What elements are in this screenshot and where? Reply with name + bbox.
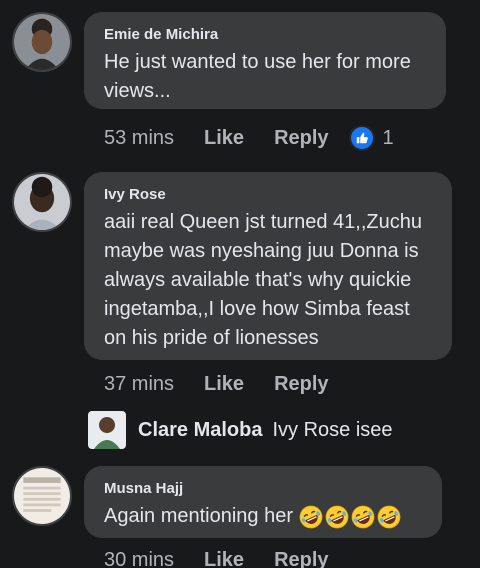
- comment-text-line: always available that's why quickie: [104, 269, 412, 291]
- comment-meta: 30 mins Like Reply: [104, 546, 329, 568]
- avatar[interactable]: [88, 411, 126, 449]
- rolling-on-floor-laughing-emoji: [299, 505, 323, 528]
- comment-bubble: Emie de Michira He just wanted to use he…: [84, 12, 446, 109]
- comment-text-line: He just wanted to use her for more: [104, 51, 411, 73]
- reply-button[interactable]: Reply: [274, 549, 328, 568]
- like-button[interactable]: Like: [204, 549, 244, 568]
- timestamp[interactable]: 53 mins: [104, 127, 174, 150]
- avatar[interactable]: [12, 12, 72, 72]
- comment-text-line: on his pride of lionesses: [104, 327, 319, 349]
- comment-bubble: Musna Hajj Again mentioning her: [84, 466, 442, 538]
- reply-button[interactable]: Reply: [274, 127, 328, 150]
- thumbs-up-icon[interactable]: [348, 125, 375, 151]
- comment-text-line: maybe was nyeshaing juu Donna is: [104, 240, 419, 262]
- rolling-on-floor-laughing-emoji: [377, 505, 401, 528]
- comment-bubble: Ivy Rose aaii real Queen jst turned 41,,…: [84, 172, 452, 360]
- comment-text-line: Again mentioning her: [104, 505, 294, 527]
- reply-button[interactable]: Reply: [274, 373, 328, 396]
- reply-preview[interactable]: Clare Maloba Ivy Rose isee: [88, 410, 393, 450]
- comment-text-line: aaii real Queen jst turned 41,,Zuchu: [104, 211, 422, 233]
- comment-text: Again mentioning her: [104, 502, 422, 531]
- comment-author[interactable]: Emie de Michira: [104, 26, 426, 44]
- avatar-photo-icon: [88, 411, 126, 449]
- comment-meta: 53 mins Like Reply 1: [104, 124, 394, 152]
- avatar-photo-icon: [14, 14, 70, 70]
- comment-author[interactable]: Ivy Rose: [104, 186, 432, 204]
- rolling-on-floor-laughing-emoji: [351, 505, 375, 528]
- avatar-photo-icon: [14, 174, 70, 230]
- avatar[interactable]: [12, 466, 72, 526]
- timestamp[interactable]: 30 mins: [104, 549, 174, 568]
- comment-text: aaii real Queen jst turned 41,,Zuchu may…: [104, 208, 432, 353]
- comment-meta: 37 mins Like Reply: [104, 370, 329, 398]
- avatar[interactable]: [12, 172, 72, 232]
- comment-author[interactable]: Musna Hajj: [104, 480, 422, 498]
- rolling-on-floor-laughing-emoji: [325, 505, 349, 528]
- timestamp[interactable]: 37 mins: [104, 373, 174, 396]
- reply-author[interactable]: Clare Maloba: [138, 419, 262, 442]
- reply-text: Ivy Rose isee: [272, 418, 393, 441]
- emoji-group: [299, 505, 401, 529]
- comment-text-line: ingetamba,,I love how Simba feast: [104, 298, 410, 320]
- comment-text-line: views...: [104, 80, 171, 102]
- like-button[interactable]: Like: [204, 373, 244, 396]
- avatar-photo-icon: [14, 468, 70, 524]
- reaction-count[interactable]: 1: [383, 127, 394, 150]
- comment-text: He just wanted to use her for more views…: [104, 48, 426, 106]
- like-button[interactable]: Like: [204, 127, 244, 150]
